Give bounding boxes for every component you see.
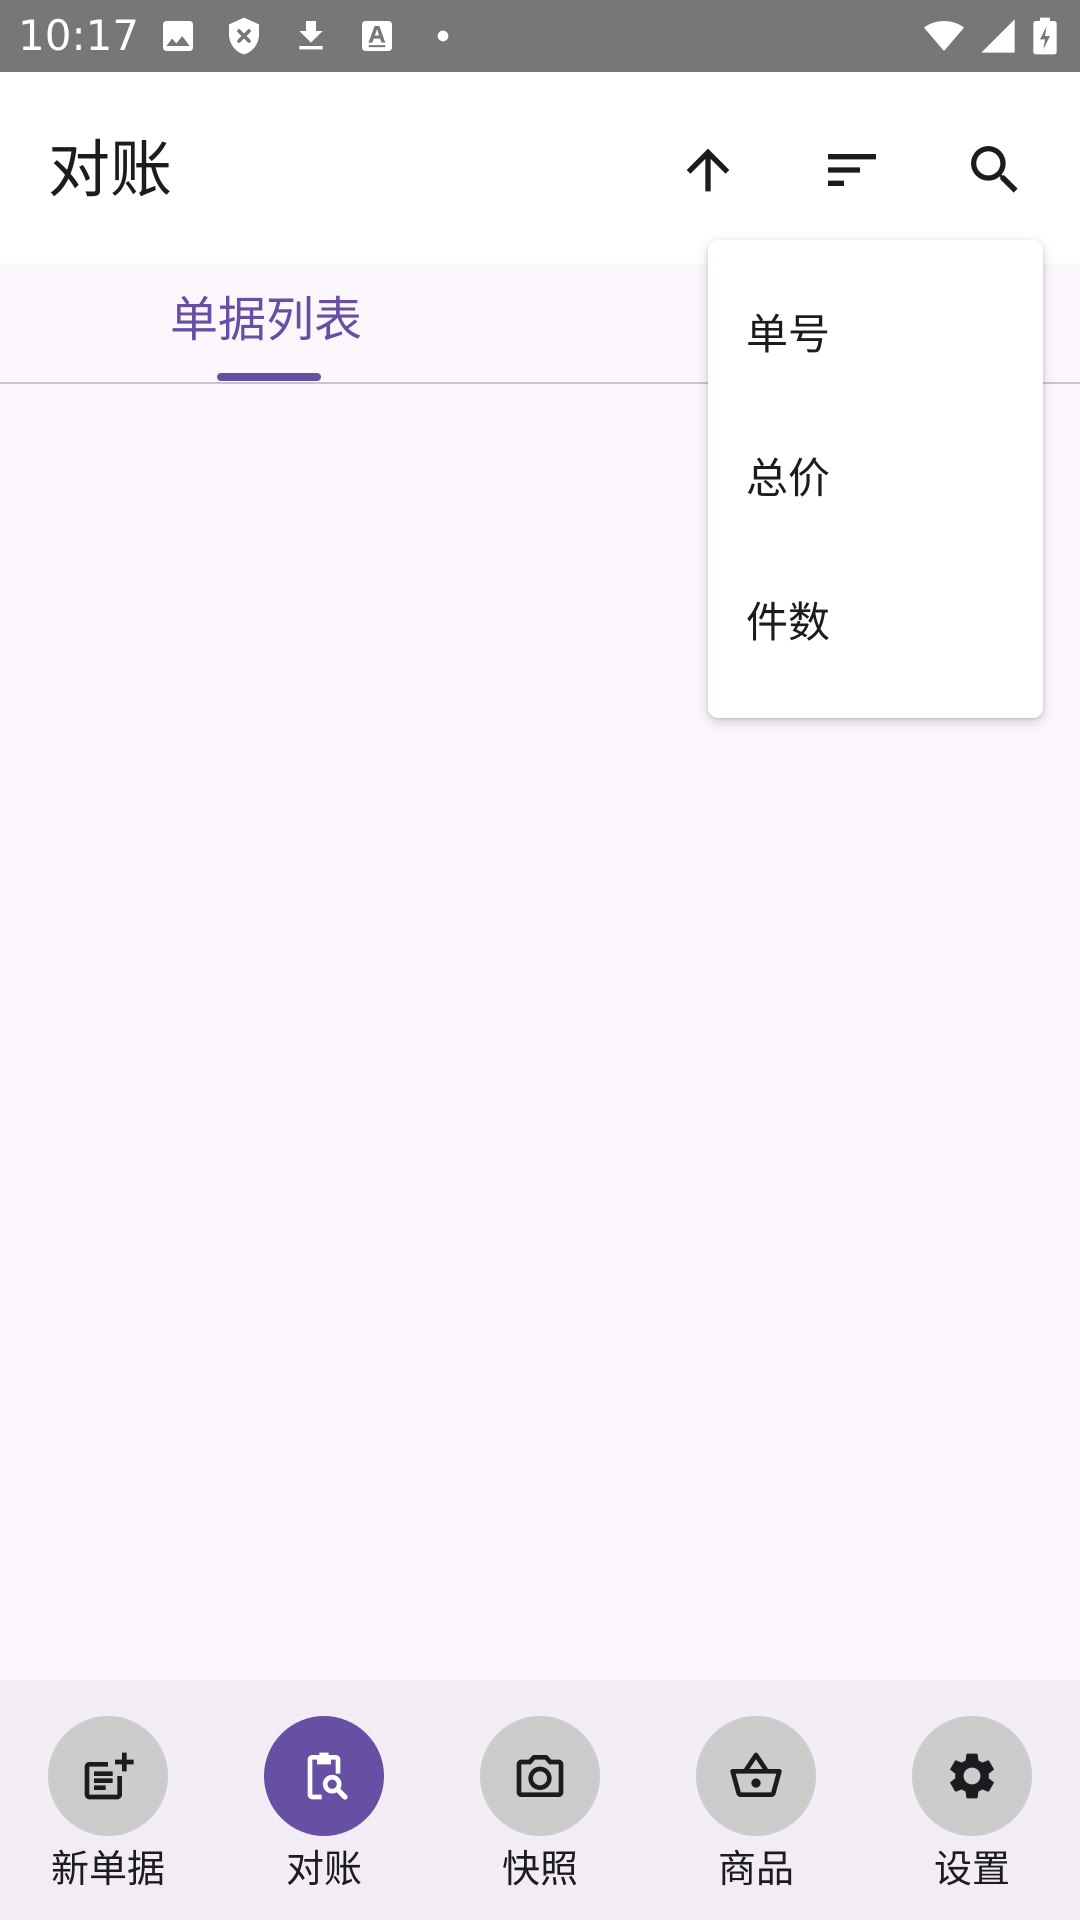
nav-icon-container [480,1716,600,1836]
menu-item-label: 总价 [746,454,831,503]
nav-icon-container [912,1716,1032,1836]
status-bar: 10:17 [0,0,1080,72]
search-button[interactable] [955,130,1035,210]
sort-button[interactable] [812,130,892,210]
nav-item-snapshot[interactable]: 快照 [440,1716,640,1916]
wifi-icon [924,16,968,56]
nav-label: 设置 [933,1847,1010,1891]
sort-menu-item-total-price[interactable]: 总价 [708,406,1043,550]
sort-menu-item-number[interactable]: 单号 [708,262,1043,406]
sort-direction-button[interactable] [668,130,748,210]
nav-icon-container [696,1716,816,1836]
download-icon [291,16,331,56]
gear-icon [944,1748,1000,1804]
image-icon [158,16,198,56]
nav-label: 对账 [285,1847,362,1891]
nav-label: 新单据 [50,1847,165,1891]
nav-label: 快照 [501,1847,578,1891]
nav-item-reconcile[interactable]: 对账 [224,1716,424,1916]
note-add-icon [80,1748,136,1804]
nav-item-new-document[interactable]: 新单据 [8,1716,208,1916]
clipboard-search-icon [296,1748,352,1804]
bottom-navigation: 新单据 对账 快照 商品 设置 [0,1680,1080,1920]
nav-label: 商品 [717,1847,794,1891]
camera-icon [512,1748,568,1804]
search-icon [963,138,1027,202]
status-time: 10:17 [18,11,140,60]
dot-icon [423,16,463,56]
menu-item-label: 单号 [746,310,831,359]
basket-icon [728,1748,784,1804]
battery-charging-icon [1030,16,1060,56]
arrow-up-icon [676,138,740,202]
signal-icon [978,16,1018,56]
shield-icon [224,16,264,56]
menu-item-label: 件数 [746,598,831,647]
page-title: 对账 [48,133,173,206]
nav-item-settings[interactable]: 设置 [872,1716,1072,1916]
app-bar: 对账 [0,72,1080,264]
font-icon [357,16,397,56]
tab-indicator [217,373,321,381]
nav-item-products[interactable]: 商品 [656,1716,856,1916]
sort-icon [820,138,884,202]
screen: 10:17 对账 单据列表 单号 总价 件数 新单据 对账 快照 商品 设置 [0,0,1080,1920]
tab-document-list[interactable]: 单据列表 [170,290,362,350]
nav-icon-container [264,1716,384,1836]
sort-menu-item-quantity[interactable]: 件数 [708,550,1043,694]
sort-menu: 单号 总价 件数 [708,240,1043,718]
nav-icon-container [48,1716,168,1836]
